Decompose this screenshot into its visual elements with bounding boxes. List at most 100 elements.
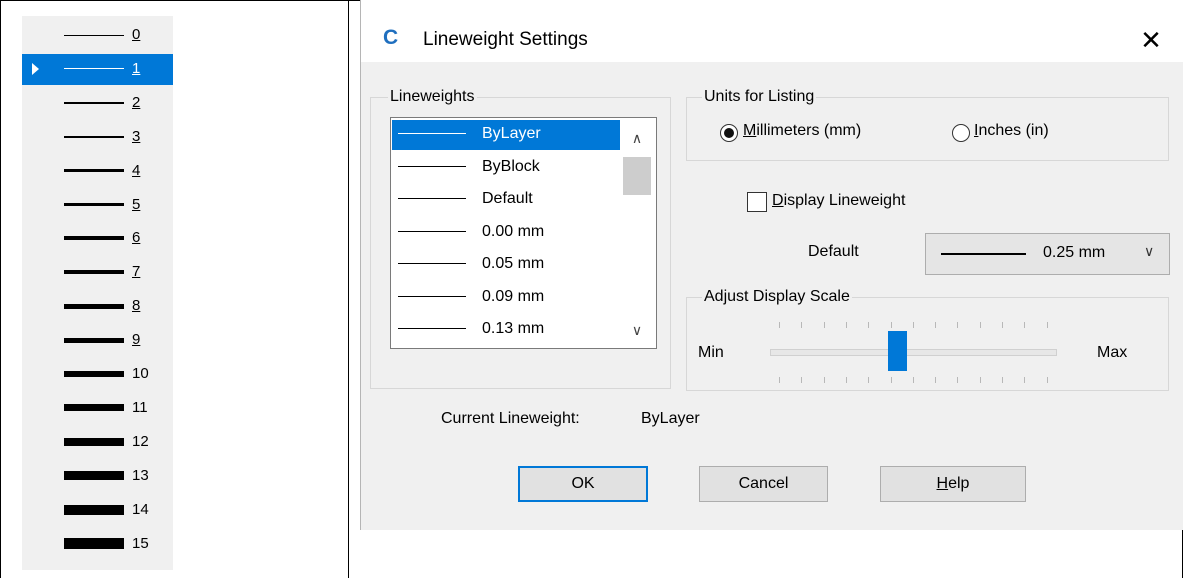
lineweight-row[interactable]: 0 — [22, 20, 173, 51]
display-scale-slider[interactable] — [770, 349, 1057, 356]
title-bar: C Lineweight Settings ✕ — [361, 0, 1183, 62]
lineweight-number: 14 — [132, 500, 149, 518]
lineweight-row[interactable]: 1 — [22, 53, 173, 85]
lineweight-row[interactable]: 11 — [22, 393, 173, 424]
lineweight-row[interactable]: 13 — [22, 461, 173, 492]
lineweight-sample — [64, 135, 124, 138]
slider-tick — [979, 377, 981, 383]
lineweight-number: 2 — [132, 93, 141, 111]
lineweights-list-item[interactable]: 0.00 mm — [392, 218, 620, 248]
slider-tick — [868, 322, 870, 328]
lineweight-sample — [64, 471, 124, 481]
default-lineweight-combo[interactable]: 0.25 mm ∨ — [925, 233, 1170, 275]
inches-label[interactable]: Inches (in) — [974, 122, 1049, 140]
slider-tick — [890, 322, 892, 328]
lineweights-list-item[interactable]: ByBlock — [392, 153, 620, 183]
lineweight-list[interactable]: 0 1 2 3 4 5 6 7 8 9 10 11 12 13 14 15 — [22, 16, 173, 570]
slider-tick — [845, 322, 847, 328]
lineweight-row[interactable]: 7 — [22, 257, 173, 288]
lineweight-row[interactable]: 9 — [22, 325, 173, 356]
scroll-down-icon[interactable]: ∨ — [620, 317, 654, 343]
units-legend: Units for Listing — [702, 88, 817, 106]
lineweight-number: 3 — [132, 127, 141, 145]
slider-tick — [779, 377, 780, 383]
lineweight-sample — [64, 203, 124, 206]
current-lineweight-label: Current Lineweight: — [441, 410, 580, 427]
lineweight-number: 7 — [132, 263, 141, 281]
lineweight-row[interactable]: 14 — [22, 495, 173, 526]
inches-radio[interactable] — [952, 124, 970, 142]
millimeters-label[interactable]: Millimeters (mm) — [743, 122, 861, 140]
lineweight-row[interactable]: 2 — [22, 88, 173, 119]
display-lineweight-checkbox[interactable] — [747, 192, 767, 212]
lineweight-sample — [398, 263, 466, 264]
table-divider — [348, 0, 349, 578]
lineweights-listbox[interactable]: ByLayer ByBlock Default 0.00 mm 0.05 mm 0.09 … — [390, 117, 657, 349]
help-button[interactable]: Help — [880, 466, 1026, 502]
lineweight-number: 10 — [132, 365, 149, 382]
lineweight-sample — [64, 270, 124, 275]
selection-arrow-icon — [32, 62, 39, 75]
ok-button[interactable]: OK — [518, 466, 648, 502]
lineweight-sample — [64, 34, 124, 36]
lineweight-row[interactable]: 6 — [22, 223, 173, 254]
lineweight-row[interactable]: 5 — [22, 190, 173, 221]
slider-tick — [1002, 377, 1003, 383]
display-lineweight-label[interactable]: Display Lineweight — [772, 192, 905, 210]
lineweights-legend: Lineweights — [388, 88, 477, 106]
lineweight-sample — [64, 169, 124, 173]
lineweight-row[interactable]: 8 — [22, 291, 173, 322]
lineweight-row[interactable]: 10 — [22, 359, 173, 390]
lineweight-sample — [64, 68, 124, 70]
close-icon[interactable]: ✕ — [1131, 22, 1171, 58]
lineweight-sample — [398, 198, 466, 199]
cancel-button[interactable]: Cancel — [699, 466, 828, 502]
lineweight-number: 11 — [132, 398, 148, 416]
lineweights-list-item[interactable]: ByLayer — [392, 120, 620, 150]
default-lineweight-value: 0.25 mm — [1043, 244, 1106, 261]
dialog-title: Lineweight Settings — [423, 29, 588, 50]
lineweight-number: 9 — [132, 331, 141, 349]
listbox-scrollbar[interactable]: ∧ ∨ — [620, 119, 654, 347]
lineweights-list-item[interactable]: 0.09 mm — [392, 283, 620, 313]
lineweight-sample — [64, 303, 124, 309]
lineweights-list-item[interactable]: Default — [392, 185, 620, 215]
lineweight-number: 13 — [132, 466, 149, 484]
lineweight-row[interactable]: 15 — [22, 529, 173, 560]
slider-tick — [1046, 322, 1048, 328]
adjust-scale-legend: Adjust Display Scale — [702, 288, 852, 306]
slider-tick — [957, 322, 959, 328]
scroll-thumb[interactable] — [623, 157, 651, 195]
slider-thumb[interactable] — [888, 331, 907, 371]
lineweight-item-label: 0.00 mm — [482, 222, 545, 240]
chevron-down-icon[interactable]: ∨ — [1144, 243, 1154, 260]
lineweight-number: 6 — [132, 229, 141, 247]
lineweight-row[interactable]: 12 — [22, 427, 173, 458]
lineweight-number: 8 — [132, 297, 141, 315]
slider-tick — [801, 377, 803, 383]
slider-tick — [935, 322, 937, 328]
lineweight-number: 4 — [132, 161, 141, 179]
max-label: Max — [1097, 344, 1128, 361]
lineweight-item-label: Default — [482, 190, 533, 207]
lineweight-number: 15 — [132, 534, 149, 552]
lineweight-sample — [64, 337, 124, 343]
lineweight-row[interactable]: 3 — [22, 122, 173, 153]
lineweights-list-item[interactable]: 0.13 mm — [392, 315, 620, 345]
lineweight-item-label: 0.13 mm — [482, 320, 545, 337]
scroll-up-icon[interactable]: ∧ — [620, 125, 654, 151]
slider-tick — [845, 377, 847, 383]
slider-tick — [935, 377, 937, 383]
slider-tick — [912, 377, 914, 383]
lineweight-sample — [64, 371, 124, 377]
lineweight-sample — [64, 404, 124, 412]
lineweight-row[interactable]: 4 — [22, 156, 173, 187]
millimeters-radio[interactable] — [720, 124, 738, 142]
lineweight-number: 1 — [132, 59, 141, 77]
lineweights-list-item[interactable]: 0.05 mm — [392, 250, 620, 280]
slider-tick — [1002, 322, 1003, 328]
slider-tick — [1024, 322, 1026, 328]
lineweight-sample — [398, 328, 466, 329]
slider-tick — [979, 322, 981, 328]
slider-tick — [957, 377, 959, 383]
